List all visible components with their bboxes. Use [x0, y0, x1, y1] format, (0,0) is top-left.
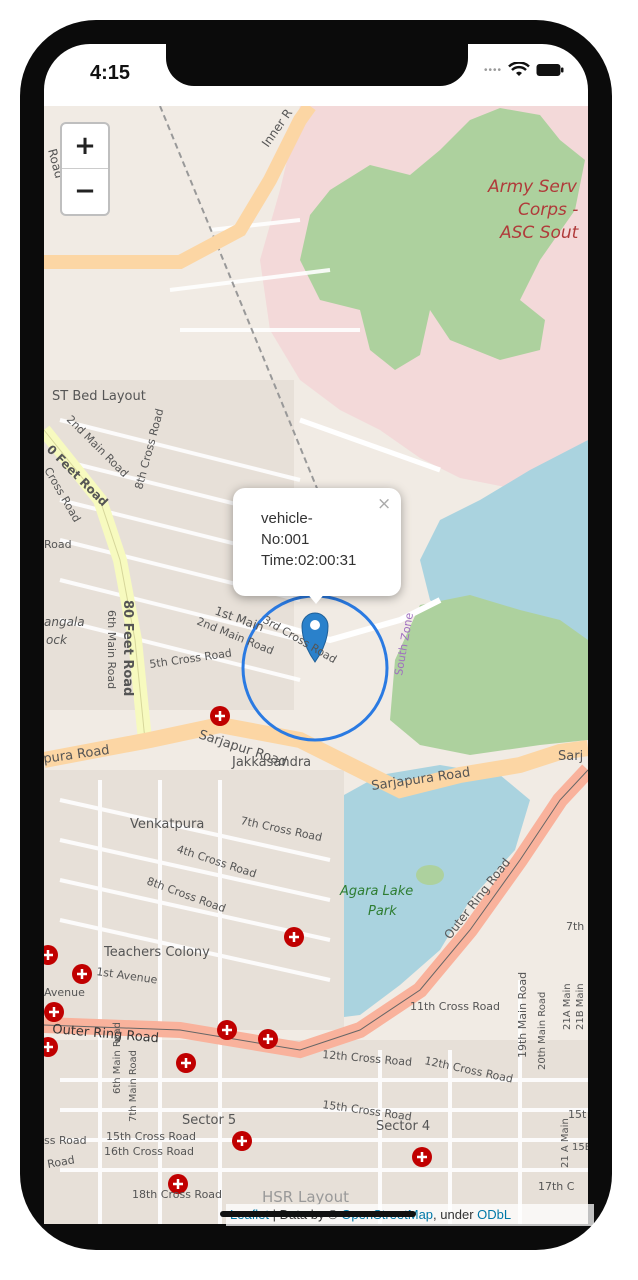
attribution-under: , under [433, 1207, 478, 1222]
label-15t: 15t [568, 1108, 587, 1121]
status-time: 4:15 [90, 62, 131, 84]
label-twentieth-main: 20th Main Road [537, 992, 548, 1070]
label-nineteenth-main: 19th Main Road [516, 972, 529, 1058]
label-ss-road: ss Road [44, 1134, 87, 1147]
vehicle-popup: vehicle- No:001 Time:02:00:31 × [233, 488, 401, 596]
notch [166, 44, 468, 86]
label-eighteenth-cross: 18th Cross Road [132, 1188, 222, 1201]
popup-tip [306, 592, 326, 604]
label-eleventh-cross: 11th Cross Road [410, 1000, 500, 1013]
map-tiles[interactable]: Army Serv Corps - ASC Sout Inner R Road … [44, 106, 588, 1224]
zoom-in-button[interactable]: + [62, 124, 108, 169]
label-agara-park: Park [368, 904, 397, 919]
label-eighty-feet: 80 Feet Road [120, 600, 135, 696]
home-indicator[interactable] [220, 1211, 416, 1217]
popup-line-time: Time:02:00:31 [261, 552, 357, 569]
label-avenue: Avenue [44, 986, 85, 999]
label-army-3: ASC Sout [499, 223, 580, 243]
label-sarj-right: Sarj [558, 749, 583, 764]
label-sector5: Sector 5 [182, 1113, 236, 1128]
label-21a: 21A Main [562, 983, 573, 1030]
status-indicators: •••• [484, 62, 564, 78]
popup-line-number: No:001 [261, 531, 310, 548]
label-fifteenth-cross: 15th Cross Road [106, 1130, 196, 1143]
label-21b: 21B Main [575, 983, 586, 1030]
label-sixth-main: 6th Main Road [105, 610, 118, 689]
zoom-control: + − [60, 122, 110, 216]
odbl-link[interactable]: ODbL [477, 1207, 511, 1222]
popup-line-vehicle: vehicle- [261, 510, 313, 527]
label-venkatpura: Venkatpura [130, 817, 204, 832]
label-21a-main-v: 21 A Main [560, 1118, 571, 1168]
map-view[interactable]: Army Serv Corps - ASC Sout Inner R Road … [44, 106, 588, 1224]
wifi-icon [508, 62, 530, 76]
label-jakkasandra: Jakkasandra [231, 755, 311, 770]
label-seventh-right: 7th [566, 920, 584, 933]
label-teachers-colony: Teachers Colony [103, 945, 210, 960]
label-agara: Agara Lake [339, 884, 413, 899]
label-seventeenth-c: 17th C [538, 1180, 575, 1193]
label-mangala: angala [44, 615, 85, 629]
zoom-out-button[interactable]: − [62, 169, 108, 213]
battery-icon [536, 64, 564, 76]
label-army-2: Corps - [518, 200, 578, 220]
label-sixth-main-b: 6th Main Road [112, 1022, 123, 1094]
popup-close-button[interactable]: × [377, 494, 391, 514]
label-15b: 15B [572, 1142, 588, 1153]
label-block: ock [46, 633, 68, 647]
signal-dots-icon: •••• [484, 64, 503, 76]
label-road-left: Road [44, 538, 72, 551]
label-st-bed: ST Bed Layout [52, 389, 146, 404]
label-sector4: Sector 4 [376, 1119, 430, 1134]
label-sixteenth-cross: 16th Cross Road [104, 1145, 194, 1158]
popup-content: vehicle- No:001 Time:02:00:31 [261, 508, 356, 571]
label-seventh-main: 7th Main Road [128, 1050, 139, 1122]
label-army: Army Serv [487, 177, 578, 197]
